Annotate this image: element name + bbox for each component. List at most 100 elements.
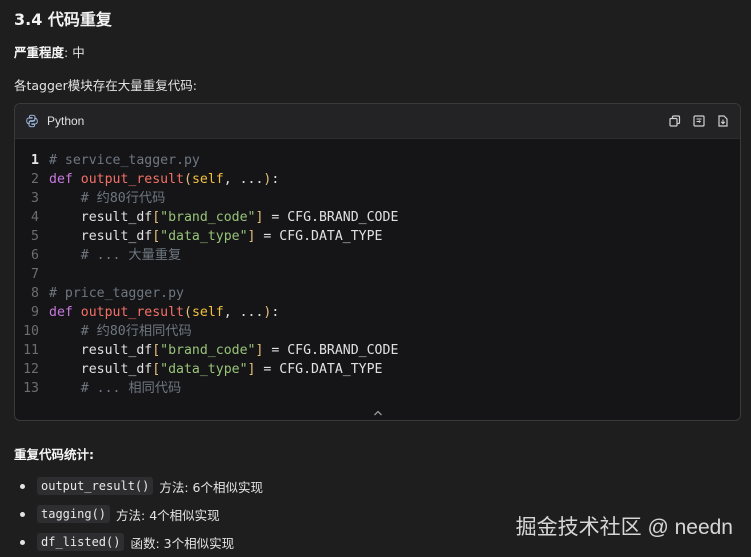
line-number: 1 (31, 153, 39, 168)
copy-icon[interactable] (668, 114, 682, 128)
code-text: def output_result(self, ...): (49, 170, 279, 189)
code-token: , ... (223, 305, 264, 320)
line-number: 2 (31, 172, 39, 187)
line-number: 13 (23, 381, 39, 396)
code-line: 9 def output_result(self, ...): (15, 303, 740, 322)
code-token: # price_tagger.py (49, 286, 184, 301)
code-text: result_df["data_type"] = CFG.DATA_TYPE (49, 360, 383, 379)
wrap-icon[interactable] (692, 114, 706, 128)
code-token: def (49, 172, 81, 187)
python-icon (25, 114, 39, 128)
code-token: output_result (80, 172, 184, 187)
code-line: 11 result_df["brand_code"] = CFG.BRAND_C… (15, 341, 740, 360)
code-token: result_df (49, 229, 153, 244)
line-number: 4 (31, 210, 39, 225)
line-number: 6 (31, 248, 39, 263)
code-token: output_result (80, 305, 184, 320)
code-text: # service_tagger.py (49, 151, 200, 170)
line-number: 8 (31, 286, 39, 301)
code-line: 12 result_df["data_type"] = CFG.DATA_TYP… (15, 360, 740, 379)
code-token: : (271, 305, 280, 320)
code-token: result_df (49, 343, 153, 358)
code-text: result_df["data_type"] = CFG.DATA_TYPE (49, 227, 383, 246)
code-text: result_df["brand_code"] = CFG.BRAND_CODE (49, 341, 399, 360)
code-line: 8 # price_tagger.py (15, 284, 740, 303)
stats-item-text: 函数: 3个相似实现 (130, 535, 235, 551)
bullet-icon (20, 483, 25, 489)
code-token: = CFG.BRAND_CODE (263, 343, 399, 358)
code-token: = CFG.DATA_TYPE (255, 362, 383, 377)
code-token: # ... 相同代码 (49, 381, 182, 396)
code-line: 7 (15, 265, 740, 284)
bullet-icon (20, 539, 25, 545)
stats-title: 重复代码统计: (14, 447, 94, 462)
code-text: # 约80行相同代码 (49, 322, 192, 341)
line-number: 5 (31, 229, 39, 244)
collapse-button[interactable] (15, 406, 740, 420)
code-token: : (271, 172, 280, 187)
line-number: 9 (31, 305, 39, 320)
watermark: 掘金技术社区 @ needn (515, 516, 733, 539)
code-token: # 约80行相同代码 (49, 324, 192, 339)
code-text: # price_tagger.py (49, 284, 184, 303)
severity-line: 严重程度: 中 (14, 42, 85, 61)
code-text: # 约80行代码 (49, 189, 166, 208)
section-heading: 3.4 代码重复 (14, 10, 112, 29)
code-line: 4 result_df["brand_code"] = CFG.BRAND_CO… (15, 208, 740, 227)
stats-item-text: 方法: 6个相似实现 (159, 479, 264, 495)
code-line: 10 # 约80行相同代码 (15, 322, 740, 341)
stats-list-item: output_result() 方法: 6个相似实现 (14, 472, 263, 500)
code-token: [ (152, 210, 161, 225)
code-token: self (191, 172, 224, 187)
code-token: result_df (49, 210, 153, 225)
code-line: 1 # service_tagger.py (15, 151, 740, 170)
code-token: ( (183, 172, 192, 187)
code-token: result_df (49, 362, 153, 377)
code-token: "data_type" (160, 229, 248, 244)
code-token: # service_tagger.py (49, 153, 200, 168)
code-token: = CFG.BRAND_CODE (263, 210, 399, 225)
bullet-icon (20, 511, 25, 517)
code-token: [ (152, 362, 161, 377)
code-token: # ... 大量重复 (49, 248, 182, 263)
code-token: , ... (223, 172, 264, 187)
code-text: result_df["brand_code"] = CFG.BRAND_CODE (49, 208, 399, 227)
stats-item-text: 方法: 4个相似实现 (116, 507, 220, 523)
code-line: 3 # 约80行代码 (15, 189, 740, 208)
chevron-up-icon (373, 410, 382, 416)
code-block: Python 1 # service_tagger.py 2 def output_r… (14, 103, 741, 421)
inline-code: df_listed() (37, 533, 125, 551)
code-line: 6 # ... 大量重复 (15, 246, 740, 265)
stats-list: output_result() 方法: 6个相似实现 tagging() 方法: 4个… (14, 472, 263, 556)
document-page: 3.4 代码重复 严重程度: 中 各tagger模块存在大量重复代码: Pyth… (0, 0, 751, 557)
code-body[interactable]: 1 # service_tagger.py 2 def output_result(s… (15, 139, 740, 398)
code-token: "brand_code" (160, 210, 256, 225)
severity-label: 严重程度 (14, 45, 65, 60)
inline-code: output_result() (37, 477, 154, 495)
code-token: [ (152, 343, 161, 358)
code-token: # 约80行代码 (49, 191, 166, 206)
severity-value: : 中 (64, 45, 85, 60)
code-text: def output_result(self, ...): (49, 303, 279, 322)
code-token: = CFG.DATA_TYPE (255, 229, 383, 244)
line-number: 12 (23, 362, 39, 377)
inline-code: tagging() (37, 505, 111, 523)
line-number: 11 (23, 343, 39, 358)
code-language-label: Python (47, 114, 85, 128)
line-number: 7 (31, 267, 39, 282)
code-line: 2 def output_result(self, ...): (15, 170, 740, 189)
line-number: 3 (31, 191, 39, 206)
code-token: "data_type" (160, 362, 248, 377)
code-text: # ... 相同代码 (49, 379, 181, 398)
code-token: [ (152, 229, 161, 244)
code-line: 5 result_df["data_type"] = CFG.DATA_TYPE (15, 227, 740, 246)
code-line: 13 # ... 相同代码 (15, 379, 740, 398)
intro-text: 各tagger模块存在大量重复代码: (14, 78, 197, 93)
download-icon[interactable] (716, 114, 730, 128)
code-toolbar (668, 114, 730, 128)
stats-list-item: df_listed() 函数: 3个相似实现 (14, 528, 263, 556)
line-number: 10 (23, 324, 39, 339)
code-token: "brand_code" (160, 343, 256, 358)
code-token: def (49, 305, 81, 320)
code-token: self (191, 305, 224, 320)
